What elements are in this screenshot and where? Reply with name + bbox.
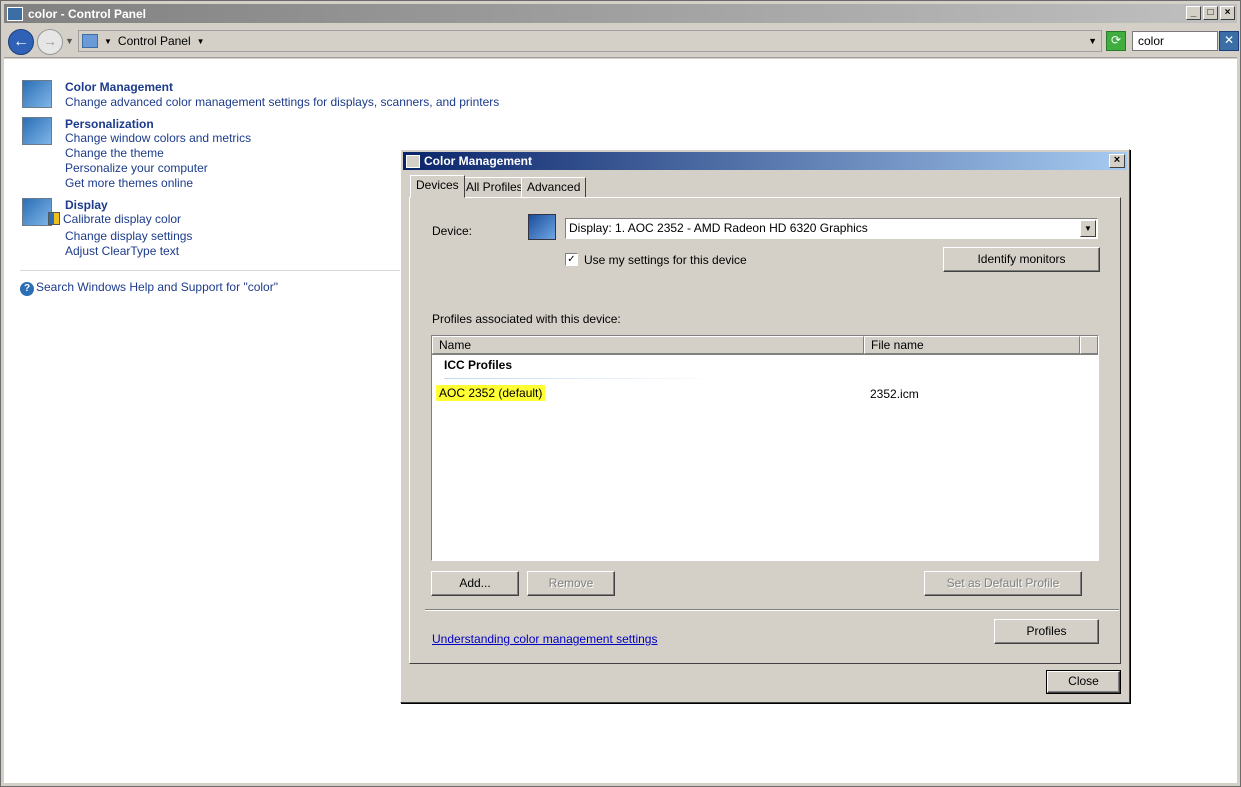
back-button[interactable]: ← — [8, 29, 34, 55]
devices-tab-panel: Device: Display: 1. AOC 2352 - AMD Radeo… — [409, 197, 1121, 664]
panel-separator — [425, 609, 1119, 611]
remove-profile-button[interactable]: Remove — [527, 571, 615, 596]
profiles-associated-label: Profiles associated with this device: — [432, 312, 621, 326]
color-management-icon — [406, 154, 420, 168]
results-divider — [20, 270, 400, 271]
calibrate-display-link[interactable]: Calibrate display color — [48, 212, 182, 226]
monitor-icon — [528, 214, 556, 240]
control-panel-icon — [82, 34, 98, 48]
change-theme-link[interactable]: Change the theme — [65, 146, 164, 160]
control-panel-icon — [7, 6, 23, 21]
clear-search-button[interactable]: ✕ — [1219, 31, 1239, 51]
use-my-settings-checkbox[interactable]: ✓ — [565, 253, 578, 266]
get-themes-online-link[interactable]: Get more themes online — [65, 176, 193, 190]
close-button[interactable]: Close — [1046, 670, 1121, 694]
profile-row-file[interactable]: 2352.icm — [870, 387, 919, 401]
list-header: Name File name — [432, 336, 1098, 355]
identify-monitors-button[interactable]: Identify monitors — [943, 247, 1100, 272]
breadcrumb-arrow-icon[interactable]: ▼ — [104, 37, 112, 46]
maximize-button[interactable]: □ — [1203, 6, 1218, 20]
color-management-dialog: Color Management × Devices All Profiles … — [400, 149, 1130, 703]
breadcrumb-control-panel[interactable]: Control Panel — [118, 34, 191, 48]
dialog-title: Color Management — [424, 154, 533, 168]
help-icon: ? — [20, 282, 34, 296]
color-management-title[interactable]: Color Management — [65, 80, 173, 94]
column-name[interactable]: Name — [432, 336, 864, 354]
column-file-name[interactable]: File name — [864, 336, 1080, 354]
profiles-button[interactable]: Profiles — [994, 619, 1099, 644]
device-select-value: Display: 1. AOC 2352 - AMD Radeon HD 632… — [569, 221, 868, 235]
tab-advanced[interactable]: Advanced — [521, 177, 587, 198]
color-management-icon — [22, 80, 52, 108]
navigation-bar: ← → ▼ ▼ Control Panel ▼ ▼ ⟳ color ✕ — [4, 26, 1239, 58]
personalization-icon — [22, 117, 52, 145]
search-help-link[interactable]: ? Search Windows Help and Support for "co… — [20, 280, 278, 296]
personalization-title[interactable]: Personalization — [65, 117, 154, 131]
use-my-settings-label[interactable]: Use my settings for this device — [584, 253, 747, 267]
calibrate-display-label: Calibrate display color — [63, 212, 182, 226]
group-header-icc-profiles[interactable]: ICC Profiles — [444, 358, 512, 372]
address-bar[interactable]: ▼ Control Panel ▼ ▼ — [78, 30, 1102, 52]
tab-devices[interactable]: Devices — [410, 175, 465, 198]
address-history-chevron-icon[interactable]: ▼ — [1088, 36, 1097, 46]
personalize-computer-link[interactable]: Personalize your computer — [65, 161, 208, 175]
display-title[interactable]: Display — [65, 198, 108, 212]
window-titlebar[interactable]: color - Control Panel _ □ × — [4, 4, 1237, 23]
set-default-profile-button[interactable]: Set as Default Profile — [924, 571, 1082, 596]
chevron-down-icon[interactable]: ▼ — [1080, 220, 1096, 237]
uac-shield-icon — [48, 212, 60, 225]
tab-all-profiles[interactable]: All Profiles — [460, 177, 529, 198]
add-profile-button[interactable]: Add... — [431, 571, 519, 596]
minimize-button[interactable]: _ — [1186, 6, 1201, 20]
recent-pages-chevron-icon[interactable]: ▼ — [65, 36, 74, 46]
column-extra — [1080, 336, 1098, 354]
refresh-button[interactable]: ⟳ — [1106, 31, 1126, 51]
breadcrumb-dropdown-icon[interactable]: ▼ — [197, 37, 205, 46]
search-help-label: Search Windows Help and Support for "col… — [36, 280, 278, 294]
window-title: color - Control Panel — [28, 6, 147, 21]
group-divider — [444, 378, 724, 379]
dialog-titlebar[interactable]: Color Management × — [403, 152, 1127, 170]
change-window-colors-link[interactable]: Change window colors and metrics — [65, 131, 251, 145]
profiles-list[interactable]: Name File name ICC Profiles AOC 2352 (de… — [431, 335, 1099, 561]
close-window-button[interactable]: × — [1220, 6, 1235, 20]
adjust-cleartype-link[interactable]: Adjust ClearType text — [65, 244, 179, 258]
dialog-close-button[interactable]: × — [1109, 154, 1125, 168]
profile-row-name[interactable]: AOC 2352 (default) — [436, 385, 546, 401]
forward-button[interactable]: → — [37, 29, 63, 55]
device-label: Device: — [432, 224, 473, 238]
search-input[interactable]: color — [1132, 31, 1218, 51]
change-display-settings-link[interactable]: Change display settings — [65, 229, 192, 243]
change-color-management-link[interactable]: Change advanced color management setting… — [65, 95, 499, 109]
device-select[interactable]: Display: 1. AOC 2352 - AMD Radeon HD 632… — [565, 218, 1098, 239]
understanding-color-management-link[interactable]: Understanding color management settings — [432, 632, 657, 646]
